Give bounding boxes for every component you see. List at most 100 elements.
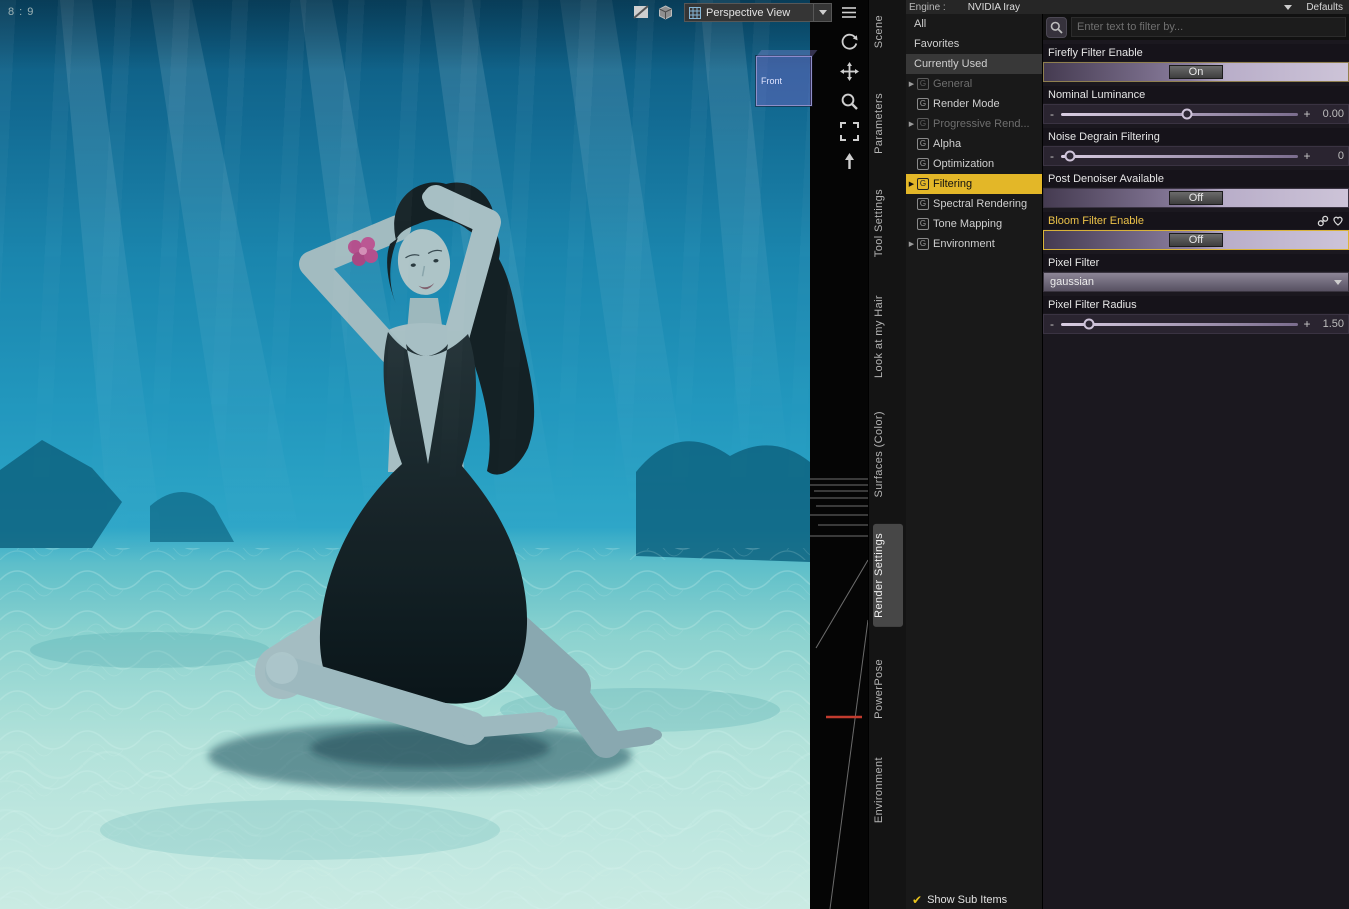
noise-degrain-filtering-slider[interactable]: - + 0: [1043, 146, 1349, 166]
tab-tool-settings[interactable]: Tool Settings: [873, 180, 903, 266]
decrement-button[interactable]: -: [1048, 318, 1056, 330]
chevron-down-icon[interactable]: [813, 4, 831, 21]
expander-icon[interactable]: ▶: [906, 80, 917, 88]
decrement-button[interactable]: -: [1048, 108, 1056, 120]
perspective-grid-icon: [689, 6, 701, 19]
orbit-icon[interactable]: [838, 30, 860, 52]
group-icon: G: [917, 118, 929, 130]
heart-icon[interactable]: [1332, 215, 1344, 227]
tab-powerpose[interactable]: PowerPose: [873, 650, 903, 728]
slider-knob[interactable]: [1083, 318, 1095, 330]
draw-style-icon[interactable]: [632, 4, 650, 20]
group-tone-mapping[interactable]: G Tone Mapping: [906, 214, 1042, 234]
property-label: Noise Degrain Filtering: [1043, 128, 1349, 145]
group-icon: G: [917, 158, 929, 170]
group-optimization[interactable]: G Optimization: [906, 154, 1042, 174]
filter-input[interactable]: [1071, 17, 1346, 37]
slider-value: 0: [1337, 150, 1344, 162]
expander-icon[interactable]: ▶: [906, 240, 917, 248]
engine-bar: Engine : NVIDIA Iray Defaults: [906, 0, 1349, 14]
show-sub-items-checkbox[interactable]: ✔ Show Sub Items: [906, 891, 1042, 909]
slider-track[interactable]: [1061, 318, 1298, 330]
group-render-mode[interactable]: G Render Mode: [906, 94, 1042, 114]
pan-icon[interactable]: [838, 60, 860, 82]
property-row: Pixel Filter Radius - + 1.50: [1043, 296, 1349, 334]
view-selector-label: Perspective View: [706, 6, 791, 19]
aim-icon[interactable]: [838, 150, 860, 172]
tab-look-at-my-hair[interactable]: Look at my Hair: [873, 286, 903, 387]
property-label: Post Denoiser Available: [1043, 170, 1349, 187]
category-all[interactable]: All: [906, 14, 1042, 34]
pixel-filter-dropdown[interactable]: gaussian: [1043, 272, 1349, 292]
increment-button[interactable]: +: [1303, 108, 1311, 120]
viewport-options-icon[interactable]: [840, 4, 858, 20]
slider-knob[interactable]: [1064, 150, 1076, 162]
slider-value: 0.00: [1322, 108, 1344, 120]
engine-label: Engine :: [909, 1, 946, 13]
view-cube-label: Front: [761, 76, 783, 86]
bloom-filter-enable-toggle[interactable]: Off: [1043, 230, 1349, 250]
pane-tab-strip: Scene Parameters Tool Settings Look at m…: [868, 0, 906, 909]
group-icon: G: [917, 178, 929, 190]
view-cube[interactable]: Front: [756, 56, 812, 106]
expander-icon[interactable]: ▶: [906, 120, 917, 128]
frame-icon[interactable]: [838, 120, 860, 142]
group-alpha[interactable]: G Alpha: [906, 134, 1042, 154]
property-row: Post Denoiser Available Off: [1043, 170, 1349, 208]
increment-button[interactable]: +: [1303, 318, 1311, 330]
filter-bar: [1043, 14, 1349, 40]
property-row: Firefly Filter Enable On: [1043, 44, 1349, 82]
increment-button[interactable]: +: [1303, 150, 1311, 162]
group-icon: G: [917, 238, 929, 250]
firefly-filter-enable-toggle[interactable]: On: [1043, 62, 1349, 82]
group-spectral-rendering[interactable]: G Spectral Rendering: [906, 194, 1042, 214]
property-row: Noise Degrain Filtering - + 0: [1043, 128, 1349, 166]
group-general[interactable]: ▶ G General: [906, 74, 1042, 94]
render-view[interactable]: [0, 0, 810, 909]
category-currently-used[interactable]: Currently Used: [906, 54, 1042, 74]
property-row: Pixel Filter gaussian: [1043, 254, 1349, 292]
link-icon[interactable]: [1317, 215, 1329, 227]
aspect-ratio-label: 8 : 9: [8, 6, 35, 18]
group-progressive-rendering[interactable]: ▶ G Progressive Rend...: [906, 114, 1042, 134]
toggle-state-button[interactable]: Off: [1169, 191, 1223, 205]
group-icon: G: [917, 78, 929, 90]
render-settings-properties: Firefly Filter Enable On Nominal Luminan…: [1043, 14, 1349, 909]
chevron-down-icon[interactable]: [1284, 4, 1293, 10]
property-row: Nominal Luminance - + 0.00: [1043, 86, 1349, 124]
viewport-nav-tools: [836, 30, 862, 172]
property-label: Pixel Filter Radius: [1043, 296, 1349, 313]
slider-knob[interactable]: [1181, 108, 1193, 120]
view-selector-dropdown[interactable]: Perspective View: [684, 3, 832, 22]
chevron-down-icon: [1334, 279, 1342, 285]
toggle-state-button[interactable]: Off: [1169, 233, 1223, 247]
toggle-state-button[interactable]: On: [1169, 65, 1223, 79]
tab-scene[interactable]: Scene: [873, 6, 903, 57]
viewport-pane[interactable]: 8 : 9 Perspective View Front: [0, 0, 868, 909]
decrement-button[interactable]: -: [1048, 150, 1056, 162]
slider-track[interactable]: [1061, 150, 1298, 162]
engine-dropdown[interactable]: NVIDIA Iray: [968, 2, 1285, 13]
group-icon: G: [917, 138, 929, 150]
search-icon[interactable]: [1046, 16, 1067, 38]
zoom-icon[interactable]: [838, 90, 860, 112]
group-icon: G: [917, 198, 929, 210]
check-icon: ✔: [912, 893, 923, 907]
slider-track[interactable]: [1061, 108, 1298, 120]
defaults-button[interactable]: Defaults: [1306, 2, 1343, 13]
group-environment[interactable]: ▶ G Environment: [906, 234, 1042, 254]
viewport-render: [0, 0, 810, 909]
tab-surfaces-color[interactable]: Surfaces (Color): [873, 402, 903, 506]
post-denoiser-available-toggle[interactable]: Off: [1043, 188, 1349, 208]
tab-environment[interactable]: Environment: [873, 748, 903, 832]
category-favorites[interactable]: Favorites: [906, 34, 1042, 54]
expander-icon[interactable]: ▶: [906, 180, 917, 188]
scene-cube-icon[interactable]: [656, 4, 674, 20]
property-row: Bloom Filter Enable Off: [1043, 212, 1349, 250]
tab-parameters[interactable]: Parameters: [873, 84, 903, 163]
pixel-filter-radius-slider[interactable]: - + 1.50: [1043, 314, 1349, 334]
group-filtering[interactable]: ▶ G Filtering: [906, 174, 1042, 194]
nominal-luminance-slider[interactable]: - + 0.00: [1043, 104, 1349, 124]
tab-render-settings[interactable]: Render Settings: [873, 524, 903, 627]
property-label: Pixel Filter: [1043, 254, 1349, 271]
